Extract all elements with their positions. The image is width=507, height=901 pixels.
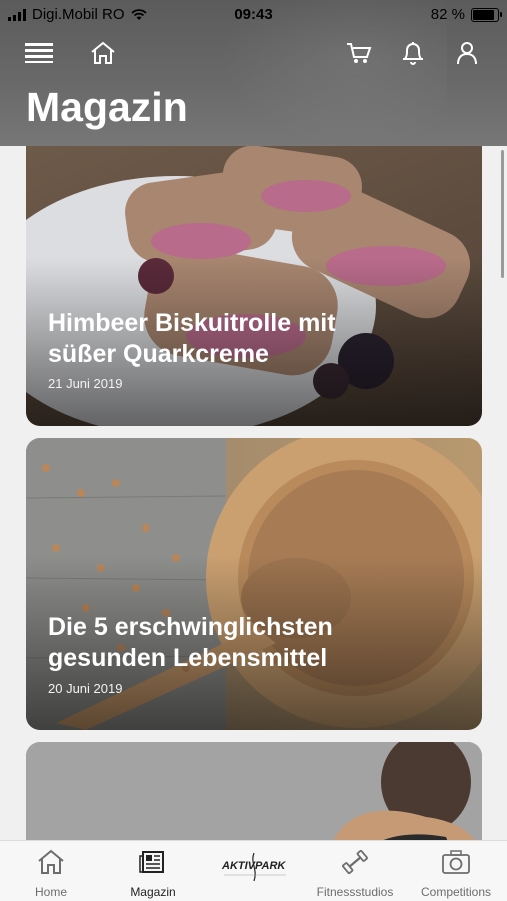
house-icon — [38, 849, 64, 874]
tab-fitnessstudios[interactable]: Fitnessstudios — [307, 841, 403, 901]
article-card[interactable]: Himbeer Biskuitrolle mit süßer Quarkcrem… — [26, 146, 482, 426]
aktivpark-logo: AKTIVPARK — [221, 852, 286, 882]
article-date: 21 Juni 2019 — [48, 376, 123, 391]
tab-magazin[interactable]: Magazin — [105, 841, 201, 901]
camera-icon — [442, 850, 470, 874]
article-card[interactable] — [26, 742, 482, 840]
battery-percent: 82 % — [430, 6, 465, 23]
dumbbell-icon — [342, 849, 368, 875]
tab-label: Magazin — [130, 885, 176, 899]
cart-icon — [347, 43, 372, 63]
article-card[interactable]: Die 5 erschwinglichsten gesunden Lebensm… — [26, 438, 482, 730]
profile-button[interactable] — [450, 36, 484, 70]
article-title-line: Die 5 erschwinglichsten — [48, 613, 333, 641]
article-title: Die 5 erschwinglichsten gesunden Lebensm… — [48, 612, 448, 674]
article-title: Himbeer Biskuitrolle mit süßer Quarkcrem… — [48, 308, 448, 370]
tab-label: Fitnessstudios — [316, 885, 394, 899]
status-bar: Digi.Mobil RO 09:43 82 % — [0, 0, 507, 28]
notifications-button[interactable] — [396, 36, 430, 70]
article-title-line: Himbeer Biskuitrolle mit — [48, 309, 336, 337]
menu-icon — [25, 43, 53, 63]
user-icon — [457, 42, 477, 65]
article-date: 20 Juni 2019 — [48, 681, 123, 696]
tab-bar: Home Magazin AKTIVPARK Fitnessstudios Co… — [0, 840, 507, 901]
battery-icon — [471, 7, 502, 22]
article-image — [26, 742, 482, 840]
menu-button[interactable] — [22, 36, 56, 70]
page-title: Magazin — [26, 84, 188, 130]
scrollbar[interactable] — [501, 150, 504, 278]
article-feed[interactable]: Himbeer Biskuitrolle mit süßer Quarkcrem… — [0, 146, 507, 840]
home-button[interactable] — [86, 36, 120, 70]
battery-group: 82 % — [430, 6, 502, 23]
cart-button[interactable] — [342, 36, 376, 70]
tab-label: Home — [34, 885, 67, 899]
bell-icon — [403, 42, 423, 65]
home-icon — [91, 41, 115, 64]
tab-label: Competitions — [420, 885, 492, 899]
clock: 09:43 — [234, 6, 273, 23]
newspaper-icon — [139, 851, 164, 873]
tab-competitions[interactable]: Competitions — [408, 841, 504, 901]
header-nav — [0, 36, 507, 72]
tab-aktivpark[interactable]: AKTIVPARK — [207, 841, 303, 901]
article-title-line: gesunden Lebensmittel — [48, 644, 328, 672]
app-header: Digi.Mobil RO 09:43 82 % Magazin — [0, 0, 507, 146]
tab-home[interactable]: Home — [3, 841, 99, 901]
article-title-line: süßer Quarkcreme — [48, 340, 269, 368]
